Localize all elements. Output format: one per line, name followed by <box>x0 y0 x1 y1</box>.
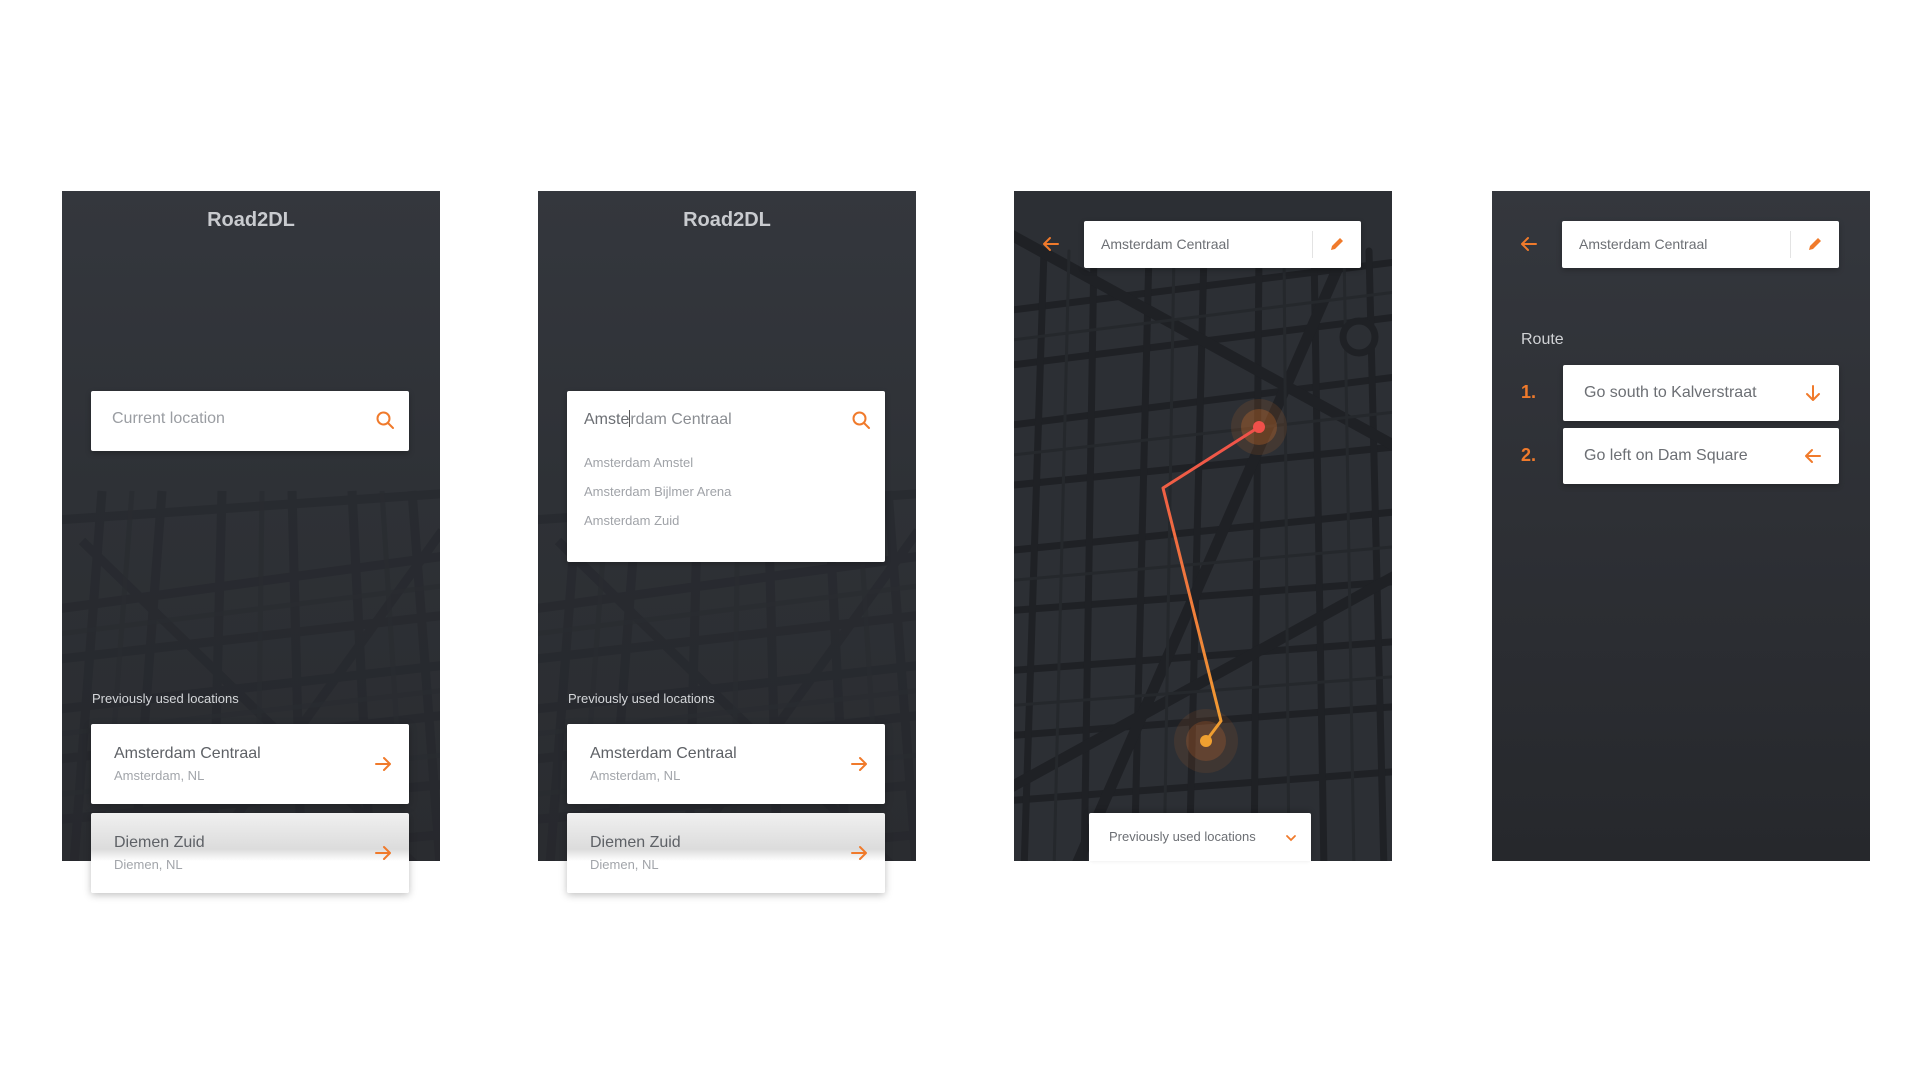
search-icon[interactable] <box>375 410 395 430</box>
step-number: 2. <box>1521 445 1537 465</box>
divider <box>1312 231 1313 258</box>
arrow-right-icon[interactable] <box>373 843 393 863</box>
search-input[interactable]: Current location <box>91 391 409 451</box>
location-card-diemen-zuid[interactable]: Diemen Zuid Diemen, NL <box>567 813 885 893</box>
suggestion-item[interactable]: Amsterdam Bijlmer Arena <box>584 484 731 499</box>
location-card-amsterdam-centraal[interactable]: Amsterdam Centraal Amsterdam, NL <box>567 724 885 804</box>
step-text: Go left on Dam Square <box>1584 447 1748 464</box>
search-icon[interactable] <box>851 410 871 430</box>
map-view[interactable] <box>1014 191 1392 861</box>
app-title: Road2DL <box>207 209 295 231</box>
route-step[interactable]: Go left on Dam Square <box>1563 428 1839 484</box>
destination-field[interactable]: Amsterdam Centraal <box>1562 221 1839 268</box>
route-heading: Route <box>1521 331 1564 348</box>
route-step[interactable]: Go south to Kalverstraat <box>1563 365 1839 421</box>
arrow-down-icon <box>1806 385 1820 401</box>
screen-route: Amsterdam Centraal Route 1. Go south to … <box>1492 191 1870 861</box>
street-map <box>1014 225 1392 861</box>
destination-field[interactable]: Amsterdam Centraal <box>1084 221 1361 268</box>
arrow-right-icon[interactable] <box>849 754 869 774</box>
search-placeholder: Current location <box>112 410 225 427</box>
screen-home: Road2DL Current location Previously used… <box>62 191 440 893</box>
suggestion-item[interactable]: Amsterdam Amstel <box>584 455 693 470</box>
arrow-left-icon[interactable] <box>1518 233 1540 255</box>
location-subtitle: Amsterdam, NL <box>114 768 205 783</box>
pencil-icon[interactable] <box>1805 234 1825 254</box>
pencil-icon[interactable] <box>1327 234 1347 254</box>
screen-map: Amsterdam Centraal Previously used locat… <box>1014 191 1392 861</box>
chevron-down-icon <box>1286 835 1296 842</box>
search-input[interactable]: Amsterdam Centraal Amsterdam Amstel Amst… <box>567 391 885 562</box>
route-background <box>1492 191 1870 861</box>
location-card-amsterdam-centraal[interactable]: Amsterdam Centraal Amsterdam, NL <box>91 724 409 804</box>
app-title: Road2DL <box>683 209 771 231</box>
location-subtitle: Amsterdam, NL <box>590 768 681 783</box>
suggestion-item[interactable]: Amsterdam Zuid <box>584 513 679 528</box>
autocomplete-text: rdam Centraal <box>630 411 732 428</box>
arrow-right-icon[interactable] <box>373 754 393 774</box>
location-subtitle: Diemen, NL <box>114 857 183 872</box>
arrow-left-icon <box>1805 449 1821 463</box>
search-value: Amsterdam Centraal <box>584 410 732 429</box>
arrow-left-icon[interactable] <box>1040 233 1062 255</box>
typed-text: Amste <box>584 411 630 428</box>
step-text: Go south to Kalverstraat <box>1584 384 1757 401</box>
screen-search: Road2DL Amsterdam Centraal Amsterdam Ams… <box>538 191 916 893</box>
divider <box>1790 231 1791 258</box>
origin-marker <box>1200 735 1212 747</box>
destination-text: Amsterdam Centraal <box>1101 236 1230 252</box>
location-card-diemen-zuid[interactable]: Diemen Zuid Diemen, NL <box>91 813 409 893</box>
previous-locations-label: Previously used locations <box>568 691 715 706</box>
previous-locations-toggle[interactable]: Previously used locations <box>1089 813 1311 861</box>
destination-marker <box>1253 421 1265 433</box>
location-subtitle: Diemen, NL <box>590 857 659 872</box>
previous-locations-label: Previously used locations <box>92 691 239 706</box>
destination-text: Amsterdam Centraal <box>1579 236 1708 252</box>
location-title: Amsterdam Centraal <box>590 745 737 762</box>
arrow-right-icon[interactable] <box>849 843 869 863</box>
location-title: Diemen Zuid <box>114 834 205 851</box>
step-number: 1. <box>1521 382 1537 402</box>
location-title: Amsterdam Centraal <box>114 745 261 762</box>
previous-locations-label: Previously used locations <box>1109 829 1256 844</box>
location-title: Diemen Zuid <box>590 834 681 851</box>
